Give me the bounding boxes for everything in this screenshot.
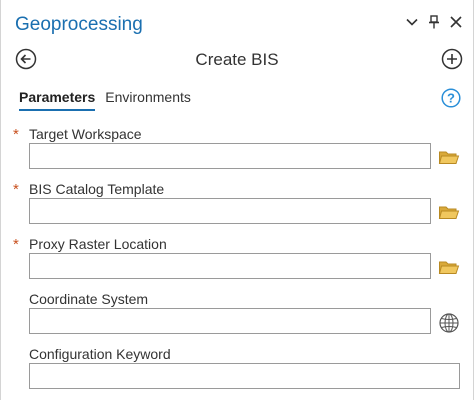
bis-catalog-template-input[interactable] [29, 198, 431, 224]
proxy-raster-location-input[interactable] [29, 253, 431, 279]
help-icon[interactable]: ? [441, 88, 461, 108]
tab-parameters[interactable]: Parameters [19, 89, 96, 111]
folder-icon[interactable] [438, 147, 460, 167]
required-marker: * [13, 181, 19, 198]
coordinate-system-input[interactable] [29, 308, 431, 334]
chevron-down-icon[interactable] [405, 14, 419, 30]
tool-tabs: Parameters Environments [19, 89, 191, 111]
pin-icon[interactable] [427, 14, 441, 30]
add-circle-icon[interactable] [441, 48, 463, 70]
required-marker: * [13, 126, 19, 143]
tool-title: Create BIS [195, 50, 279, 69]
param-label: Proxy Raster Location [29, 236, 167, 252]
folder-icon[interactable] [438, 257, 460, 277]
pane-title: Geoprocessing [15, 14, 143, 35]
geoprocessing-pane: Geoprocessing Create BIS Parameters Envi… [0, 0, 474, 400]
required-marker: * [13, 236, 19, 253]
folder-icon[interactable] [438, 202, 460, 222]
tab-environments[interactable]: Environments [105, 89, 191, 111]
param-label: Coordinate System [29, 291, 149, 307]
close-icon[interactable] [449, 14, 463, 30]
param-label: BIS Catalog Template [29, 181, 165, 197]
target-workspace-input[interactable] [29, 143, 431, 169]
param-label: Target Workspace [29, 126, 142, 142]
svg-text:?: ? [447, 91, 455, 106]
configuration-keyword-input[interactable] [29, 363, 460, 389]
tool-header: Create BIS [1, 46, 473, 74]
pane-title-controls [405, 14, 463, 30]
param-label: Configuration Keyword [29, 346, 171, 362]
globe-icon[interactable] [438, 312, 460, 333]
